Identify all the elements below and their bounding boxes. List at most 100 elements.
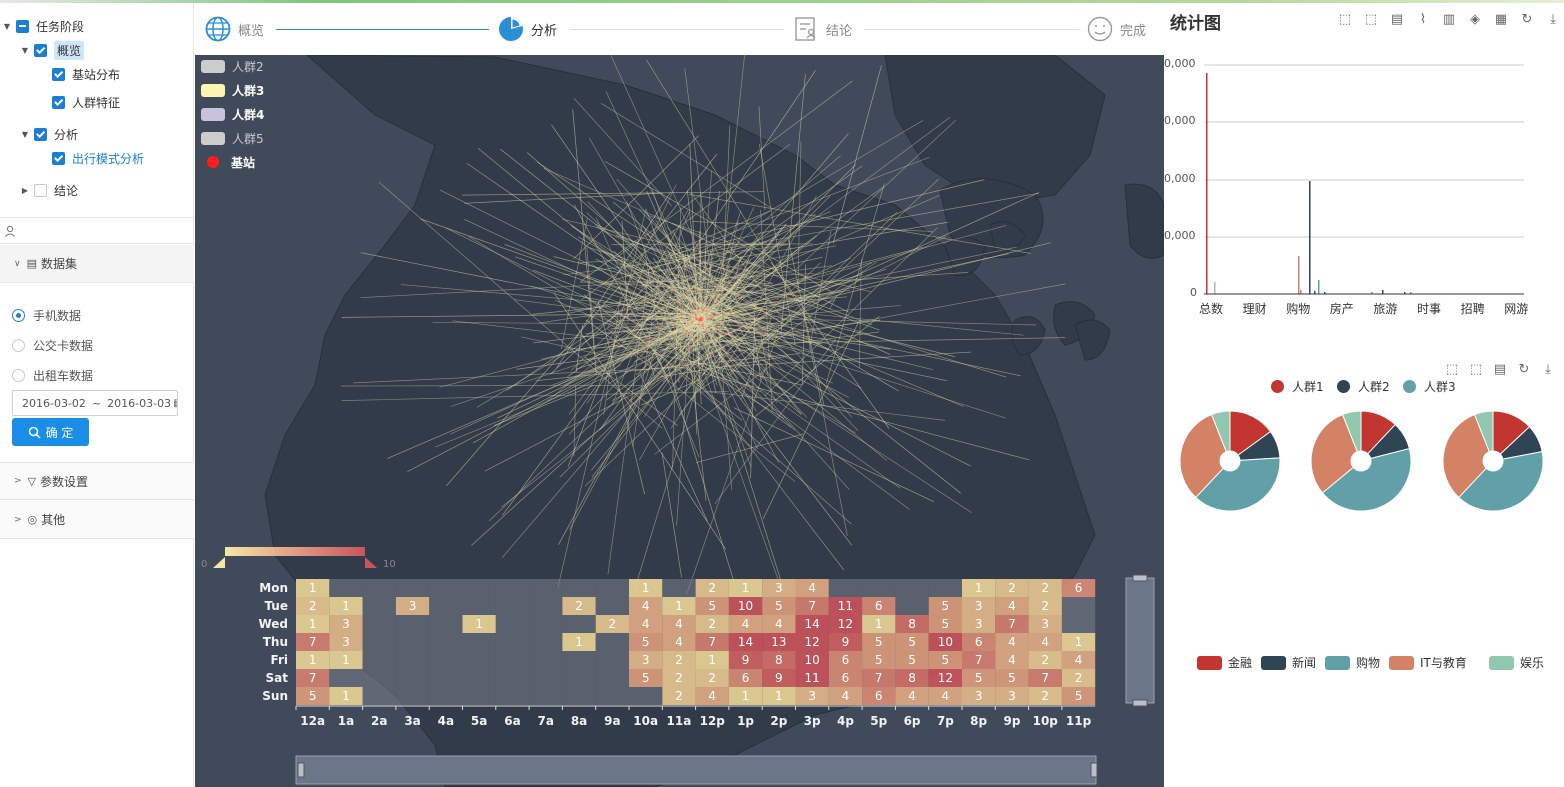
heatmap-cell[interactable] xyxy=(595,687,629,705)
step-complete[interactable]: 完成 xyxy=(1086,13,1146,45)
confirm-button[interactable]: 确 定 xyxy=(12,418,89,446)
caret-right-icon[interactable]: ▶ xyxy=(20,185,30,195)
punch-card-heatmap[interactable]: Mon 1 1 2 1 3 4 1 2 2 6Tue 2 1 3 2 4 1 5 10 5 7 11 6 5 3 4 2Wed 1 3 1… xyxy=(258,579,1096,728)
bar[interactable] xyxy=(1309,181,1311,294)
zoom-reset-icon[interactable]: ⬚ xyxy=(1468,361,1484,377)
radio-phone-button[interactable] xyxy=(12,308,25,322)
heatmap-cell[interactable] xyxy=(362,633,396,651)
heatmap-cell[interactable] xyxy=(329,579,363,597)
zoom-handle-top[interactable] xyxy=(1132,574,1148,582)
radio-taxi-data[interactable]: 出租车数据 xyxy=(12,366,93,384)
tree-station-label[interactable]: 基站分布 xyxy=(72,66,120,83)
heatmap-cell[interactable] xyxy=(529,669,563,687)
heatmap-cell[interactable] xyxy=(462,597,496,615)
tree-node-overview[interactable]: ▼ 概览 xyxy=(20,39,85,61)
heatmap-cell[interactable] xyxy=(462,651,496,669)
date-range-picker[interactable]: 2016-03-02 ~ 2016-03-03 ▦ xyxy=(12,390,178,416)
date-start[interactable]: 2016-03-02 xyxy=(22,397,86,410)
heatmap-cell[interactable] xyxy=(529,579,563,597)
heatmap-cell[interactable] xyxy=(362,687,396,705)
radio-taxi-button[interactable] xyxy=(12,368,25,382)
tree-overview-label[interactable]: 概览 xyxy=(54,40,85,60)
legend-item-station[interactable]: 基站 xyxy=(201,153,255,171)
heatmap-cell[interactable] xyxy=(562,687,596,705)
tree-root-checkbox[interactable] xyxy=(16,19,29,33)
heatmap-cell[interactable] xyxy=(395,669,430,687)
heatmap-cell[interactable] xyxy=(395,633,430,651)
heatmap-cell[interactable] xyxy=(429,615,463,633)
heatmap-cell[interactable] xyxy=(595,633,629,651)
pie-chart[interactable] xyxy=(1442,410,1544,512)
tree-node-analysis[interactable]: ▼ 分析 xyxy=(20,123,78,145)
pie-legend-item[interactable]: 人群3 xyxy=(1403,378,1456,395)
caret-down-icon[interactable]: ▼ xyxy=(2,21,12,31)
heatmap-cell[interactable] xyxy=(429,651,463,669)
bar[interactable] xyxy=(1298,256,1300,294)
heatmap-cell[interactable] xyxy=(462,579,496,597)
heatmap-cell[interactable] xyxy=(362,597,396,615)
category-legend-item[interactable]: IT与教育 xyxy=(1389,654,1467,671)
step-analysis[interactable]: 分析 xyxy=(497,13,557,45)
pie-legend-item[interactable]: 人群1 xyxy=(1271,378,1324,395)
heatmap-cell[interactable] xyxy=(895,597,929,615)
data-view-icon[interactable]: ▤ xyxy=(1492,361,1508,377)
bar[interactable] xyxy=(1300,290,1302,294)
tree-travel-checkbox[interactable] xyxy=(52,151,65,165)
zoom-icon[interactable]: ⬚ xyxy=(1444,361,1460,377)
heatmap-cell[interactable] xyxy=(495,633,530,651)
tree-analysis-label[interactable]: 分析 xyxy=(54,126,78,143)
tree-node-crowd-feature[interactable]: 人群特征 xyxy=(52,91,120,113)
heatmap-cell[interactable] xyxy=(495,615,530,633)
bar-chart[interactable] xyxy=(1164,3,1564,333)
tree-analysis-checkbox[interactable] xyxy=(34,127,47,141)
restore-icon[interactable]: ↻ xyxy=(1516,361,1532,377)
save-image-icon[interactable]: ⤓ xyxy=(1540,361,1556,377)
tree-conclusion-checkbox[interactable] xyxy=(34,183,47,197)
heatmap-cell[interactable] xyxy=(529,597,563,615)
caret-down-icon[interactable]: ▼ xyxy=(20,45,30,55)
heatmap-cell[interactable] xyxy=(1061,597,1096,615)
heatmap-cell[interactable] xyxy=(562,579,596,597)
zoom-handle-bottom[interactable] xyxy=(1132,699,1148,707)
heatmap-cell[interactable] xyxy=(429,633,463,651)
search-input[interactable] xyxy=(22,223,182,238)
heatmap-cell[interactable] xyxy=(495,651,530,669)
tree-node-travel-mode[interactable]: 出行模式分析 xyxy=(52,147,144,169)
pie-charts[interactable] xyxy=(1164,401,1564,531)
calendar-icon[interactable]: ▦ xyxy=(173,398,177,409)
pie-chart[interactable] xyxy=(1310,410,1412,512)
heatmap-cell[interactable] xyxy=(395,651,430,669)
bar[interactable] xyxy=(1206,73,1208,294)
bar[interactable] xyxy=(1318,280,1320,294)
pie-chart[interactable] xyxy=(1179,410,1281,512)
heatmap-cell[interactable] xyxy=(595,651,629,669)
heatmap-cell[interactable] xyxy=(495,669,530,687)
heatmap-cell[interactable] xyxy=(1061,615,1096,633)
heatmap-cell[interactable] xyxy=(362,669,396,687)
step-conclusion[interactable]: 结论 xyxy=(792,13,852,45)
heatmap-cell[interactable] xyxy=(629,687,663,705)
legend-item-crowd5[interactable]: 人群5 xyxy=(201,129,264,147)
heatmap-cell[interactable] xyxy=(329,669,363,687)
zoom-handle-right[interactable] xyxy=(1090,762,1098,778)
heatmap-cell[interactable] xyxy=(562,615,596,633)
tree-node-root[interactable]: ▼ 任务阶段 xyxy=(2,15,84,37)
tree-crowd-checkbox[interactable] xyxy=(52,95,65,109)
params-section-header[interactable]: > ▽ 参数设置 xyxy=(0,462,194,500)
heatmap-cell[interactable] xyxy=(395,579,430,597)
date-end[interactable]: 2016-03-03 xyxy=(107,397,171,410)
legend-item-crowd2[interactable]: 人群2 xyxy=(201,57,264,75)
search-field[interactable] xyxy=(0,217,194,244)
radio-phone-data[interactable]: 手机数据 xyxy=(12,306,81,324)
heatmap-cell[interactable] xyxy=(529,687,563,705)
category-legend-item[interactable]: 金融 xyxy=(1197,654,1252,671)
legend-item-crowd4[interactable]: 人群4 xyxy=(201,105,264,123)
heatmap-cell[interactable] xyxy=(595,669,629,687)
heatmap-cell[interactable] xyxy=(895,579,929,597)
category-legend-item[interactable]: 娱乐 xyxy=(1489,654,1544,671)
tree-node-station-dist[interactable]: 基站分布 xyxy=(52,63,120,85)
heatmap-cell[interactable] xyxy=(562,651,596,669)
map-canvas[interactable]: 0 10 Mon 1 1 2 1 3 4 1 2 2 6Tue 2 1 3 2 4 1 5 10 5 7 11 6 5 3 4 2W… xyxy=(195,55,1164,787)
heatmap-cell[interactable] xyxy=(362,615,396,633)
heatmap-cell[interactable] xyxy=(595,579,629,597)
